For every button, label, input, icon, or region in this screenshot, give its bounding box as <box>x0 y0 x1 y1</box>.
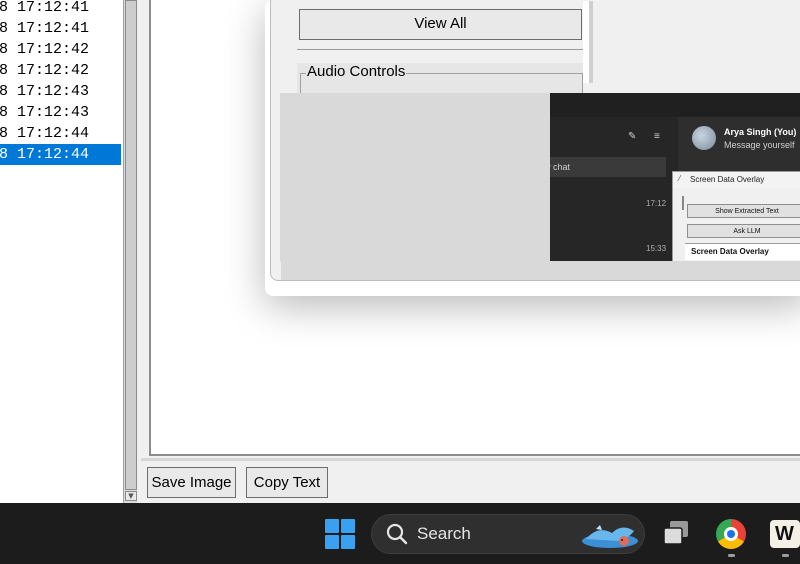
contact-name: Arya Singh (You) <box>724 127 797 137</box>
scrollbar-thumb[interactable] <box>125 0 137 490</box>
taskbar: Search W <box>0 503 800 564</box>
log-scrollbar[interactable]: ▼ <box>123 0 137 503</box>
compose-icon: ✎ <box>628 131 637 142</box>
ask-llm-button: Ask LLM <box>687 224 800 238</box>
overlay-window: Screen Data Overlay ⁄ Show Extracted Tex… <box>672 171 800 261</box>
show-extracted-text-button: Show Extracted Text <box>687 204 800 218</box>
copy-text-button[interactable]: Copy Text <box>246 467 328 498</box>
view-all-button[interactable]: View All <box>299 9 582 40</box>
log-row[interactable]: 08 17:12:43 <box>0 102 121 123</box>
taskbar-search[interactable]: Search <box>371 514 645 554</box>
running-indicator <box>728 554 735 557</box>
overlay-divider <box>682 196 684 210</box>
overlay-label: Screen Data Overlay <box>685 243 800 260</box>
shot-time: 17:12 <box>646 199 667 208</box>
audio-controls-label: Audio Controls <box>306 63 407 80</box>
shot-new-chat: w chat <box>550 157 666 177</box>
task-view-icon[interactable] <box>660 519 692 549</box>
search-highlight-art-icon <box>582 525 638 548</box>
save-image-button[interactable]: Save Image <box>147 467 236 498</box>
screenshot-preview: ✎ ≡ w chat 17:12 15:33 Arya Singh (You) … <box>280 93 800 261</box>
shot-time: 15:33 <box>646 244 667 253</box>
windows-start-icon[interactable] <box>325 519 355 549</box>
running-indicator <box>782 554 789 557</box>
chrome-icon[interactable] <box>716 519 746 549</box>
panel-scrollbar-thumb[interactable] <box>589 1 593 83</box>
log-row[interactable]: 08 17:12:41 <box>0 0 121 18</box>
scroll-down-arrow-icon[interactable]: ▼ <box>125 491 137 501</box>
log-row[interactable]: 08 17:12:42 <box>0 60 121 81</box>
search-icon <box>386 523 408 545</box>
app-w-icon[interactable]: W <box>770 520 800 548</box>
log-row[interactable]: 08 17:12:43 <box>0 81 121 102</box>
filter-icon: ≡ <box>654 131 660 142</box>
feather-icon: ⁄ <box>679 174 681 183</box>
log-list[interactable]: 08 17:12:41 08 17:12:41 08 17:12:42 08 1… <box>0 0 123 503</box>
log-row-selected[interactable]: 08 17:12:44 <box>0 144 121 165</box>
log-row[interactable]: 08 17:12:44 <box>0 123 121 144</box>
panel-divider <box>141 458 800 461</box>
preview-blank <box>280 93 550 261</box>
log-row[interactable]: 08 17:12:42 <box>0 39 121 60</box>
avatar <box>692 126 716 150</box>
overlay-title: Screen Data Overlay <box>673 172 800 188</box>
separator <box>297 49 583 50</box>
shot-titlebar <box>550 93 800 117</box>
search-placeholder: Search <box>417 524 471 543</box>
captured-screenshot: ✎ ≡ w chat 17:12 15:33 Arya Singh (You) … <box>550 93 800 261</box>
log-row[interactable]: 08 17:12:41 <box>0 18 121 39</box>
contact-subtitle: Message yourself <box>724 140 795 150</box>
